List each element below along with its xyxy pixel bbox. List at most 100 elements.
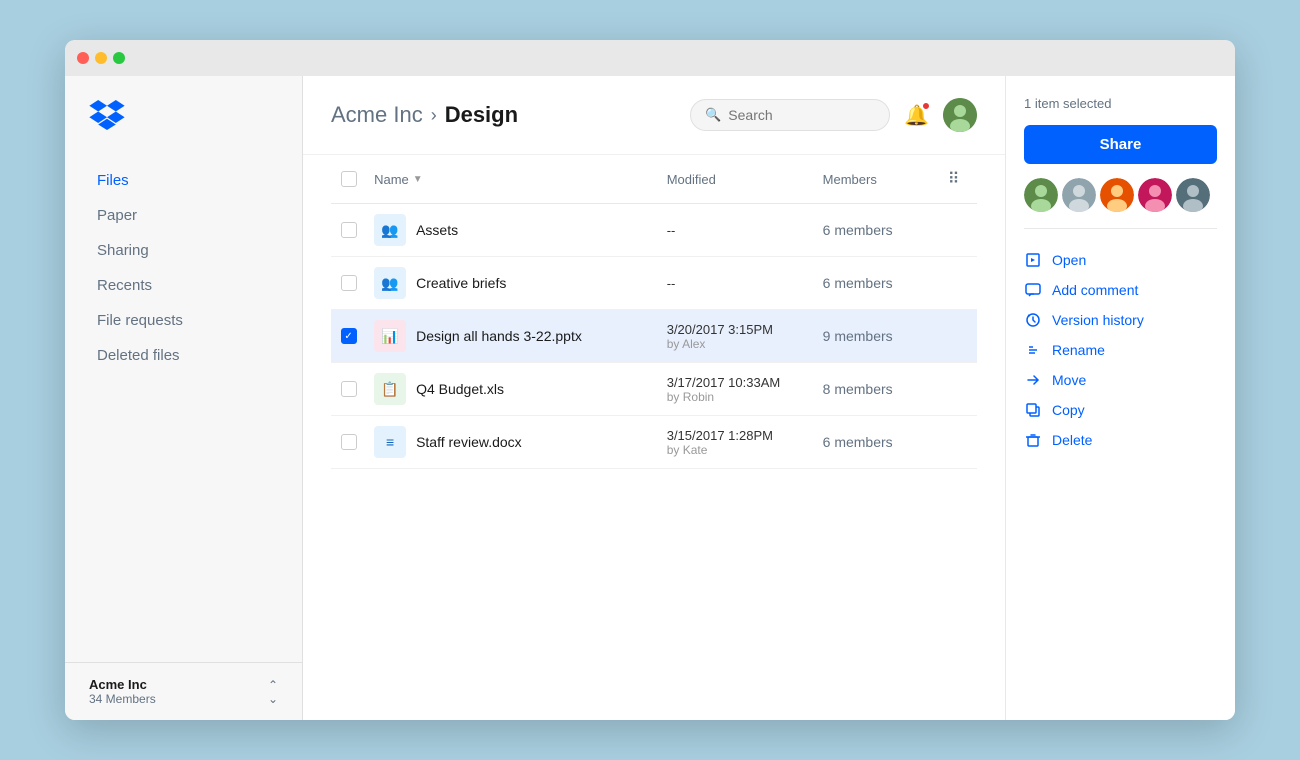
dropbox-logo-icon [89, 100, 125, 130]
sidebar-item-paper[interactable]: Paper [73, 199, 294, 232]
action-delete[interactable]: Delete [1024, 425, 1217, 455]
selected-count: 1 item selected [1024, 96, 1217, 111]
action-rename[interactable]: Rename [1024, 335, 1217, 365]
sidebar-item-file-requests[interactable]: File requests [73, 304, 294, 337]
search-input[interactable] [728, 107, 875, 123]
sidebar-item-recents[interactable]: Recents [73, 269, 294, 302]
file-table: Name ▼ Modified Members ⠿ [331, 155, 977, 469]
file-modified-cell: -- [659, 204, 815, 257]
file-actions-cell [940, 310, 977, 363]
select-all-checkbox[interactable] [341, 171, 357, 187]
sidebar-footer: Acme Inc 34 Members ⌃⌄ [65, 662, 302, 720]
main-header: Acme Inc › Design 🔍 🔔 [303, 76, 1005, 155]
action-copy[interactable]: Copy [1024, 395, 1217, 425]
maximize-button[interactable] [113, 52, 125, 64]
members-count: 6 members [823, 434, 893, 450]
row-checkbox[interactable] [341, 381, 357, 397]
minimize-button[interactable] [95, 52, 107, 64]
sidebar: Files Paper Sharing Recents File request… [65, 76, 303, 720]
app-window: Files Paper Sharing Recents File request… [65, 40, 1235, 720]
members-count: 6 members [823, 222, 893, 238]
member-avatar[interactable] [1138, 178, 1172, 212]
file-name-cell: 📋 Q4 Budget.xls [366, 363, 659, 416]
share-button[interactable]: Share [1024, 125, 1217, 164]
file-name: Q4 Budget.xls [416, 381, 504, 397]
sidebar-item-files[interactable]: Files [73, 164, 294, 197]
row-checkbox[interactable]: ✓ [341, 328, 357, 344]
file-type-icon: 👥 [374, 214, 406, 246]
breadcrumb-parent: Acme Inc [331, 102, 423, 128]
view-toggle-icon[interactable]: ⠿ [948, 171, 960, 188]
action-version-history[interactable]: Version history [1024, 305, 1217, 335]
file-name-cell: 👥 Assets [366, 204, 659, 257]
file-type-icon: 👥 [374, 267, 406, 299]
modified-date: -- [667, 223, 807, 238]
comment-icon [1024, 281, 1042, 299]
breadcrumb-current: Design [445, 102, 518, 128]
row-checkbox[interactable] [341, 434, 357, 450]
row-checkbox[interactable] [341, 222, 357, 238]
members-count: 8 members [823, 381, 893, 397]
member-avatars [1024, 178, 1217, 212]
member-avatar[interactable] [1176, 178, 1210, 212]
notification-button[interactable]: 🔔 [904, 103, 929, 128]
row-checkbox-cell [331, 204, 366, 257]
action-label: Open [1052, 252, 1086, 268]
table-row[interactable]: 👥 Creative briefs -- 6 members [331, 257, 977, 310]
user-avatar[interactable] [943, 98, 977, 132]
right-panel: 1 item selected Share Open Add comment V… [1005, 76, 1235, 720]
member-avatar[interactable] [1100, 178, 1134, 212]
file-list-area: Name ▼ Modified Members ⠿ [303, 155, 1005, 720]
table-row[interactable]: 👥 Assets -- 6 members [331, 204, 977, 257]
modified-date: 3/15/2017 1:28PM [667, 428, 807, 443]
sidebar-item-sharing[interactable]: Sharing [73, 234, 294, 267]
table-row[interactable]: ✓ 📊 Design all hands 3-22.pptx 3/20/2017… [331, 310, 977, 363]
action-label: Delete [1052, 432, 1092, 448]
file-members-cell: 6 members [815, 416, 940, 469]
file-name-cell: 👥 Creative briefs [366, 257, 659, 310]
table-row[interactable]: ≡ Staff review.docx 3/15/2017 1:28PM by … [331, 416, 977, 469]
file-modified-cell: 3/15/2017 1:28PM by Kate [659, 416, 815, 469]
sidebar-item-deleted-files[interactable]: Deleted files [73, 339, 294, 372]
action-label: Version history [1052, 312, 1144, 328]
modified-date: -- [667, 276, 807, 291]
file-members-cell: 6 members [815, 204, 940, 257]
action-add-comment[interactable]: Add comment [1024, 275, 1217, 305]
select-all-header [331, 155, 366, 204]
file-list-body: 👥 Assets -- 6 members 👥 Creative briefs … [331, 204, 977, 469]
file-modified-cell: 3/20/2017 3:15PM by Alex [659, 310, 815, 363]
breadcrumb-separator: › [431, 105, 437, 126]
chevron-updown-icon[interactable]: ⌃⌄ [268, 678, 278, 706]
file-members-cell: 8 members [815, 363, 940, 416]
row-checkbox[interactable] [341, 275, 357, 291]
user-avatar-image [943, 98, 977, 132]
members-count: 9 members [823, 328, 893, 344]
search-icon: 🔍 [705, 107, 721, 123]
file-actions-cell [940, 416, 977, 469]
modified-column-header: Modified [659, 155, 815, 204]
search-box[interactable]: 🔍 [690, 99, 890, 131]
file-type-icon: 📊 [374, 320, 406, 352]
delete-icon [1024, 431, 1042, 449]
row-checkbox-cell: ✓ [331, 310, 366, 363]
modified-by: by Kate [667, 443, 807, 457]
modified-by: by Robin [667, 390, 807, 404]
main-content: Acme Inc › Design 🔍 🔔 [303, 76, 1005, 720]
sidebar-logo [65, 100, 302, 163]
file-name: Staff review.docx [416, 434, 522, 450]
notification-dot [922, 102, 930, 110]
member-avatar[interactable] [1062, 178, 1096, 212]
sidebar-footer-info: Acme Inc 34 Members [89, 677, 156, 706]
file-modified-cell: 3/17/2017 10:33AM by Robin [659, 363, 815, 416]
breadcrumb: Acme Inc › Design [331, 102, 518, 128]
footer-company-name: Acme Inc [89, 677, 156, 692]
row-checkbox-cell [331, 416, 366, 469]
action-move[interactable]: Move [1024, 365, 1217, 395]
file-type-icon: 📋 [374, 373, 406, 405]
row-checkbox-cell [331, 257, 366, 310]
table-row[interactable]: 📋 Q4 Budget.xls 3/17/2017 10:33AM by Rob… [331, 363, 977, 416]
action-open[interactable]: Open [1024, 245, 1217, 275]
member-avatar[interactable] [1024, 178, 1058, 212]
close-button[interactable] [77, 52, 89, 64]
members-count: 6 members [823, 275, 893, 291]
